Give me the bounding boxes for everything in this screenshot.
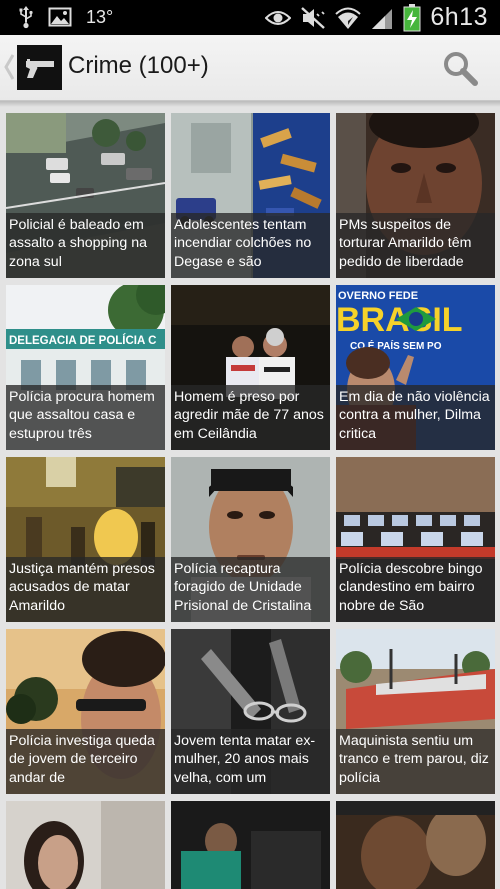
status-bar: 13° 6h13 (0, 0, 500, 35)
article-thumbnail (6, 801, 165, 889)
article-title: Polícia investiga queda de jovem de terc… (6, 729, 165, 794)
delegacia-sign-text: DELEGACIA DE POLÍCIA C (9, 334, 156, 347)
article-card[interactable]: Jovem tenta matar ex-mulher, 20 anos mai… (171, 629, 330, 794)
usb-icon (19, 6, 33, 29)
article-thumbnail (171, 801, 330, 889)
gun-icon (26, 59, 54, 78)
battery-charging-icon (403, 3, 421, 31)
article-title: Policial é baleado em assalto a shopping… (6, 213, 165, 278)
article-title: Polícia procura homem que assaltou casa … (6, 385, 165, 450)
signal-icon (372, 8, 393, 29)
article-card[interactable]: Polícia recaptura foragido de Unidade Pr… (171, 457, 330, 622)
article-card[interactable]: Justiça mantém presos acusados de matar … (6, 457, 165, 622)
article-title: Justiça mantém presos acusados de matar … (6, 557, 165, 622)
article-title: Adolescentes tentam incendiar colchões n… (171, 213, 330, 278)
back-chevron-icon[interactable] (3, 53, 15, 81)
mute-icon (301, 6, 326, 29)
article-card[interactable]: Polícia descobre bingo clandestino em ba… (336, 457, 495, 622)
article-card[interactable]: Policial é baleado em assalto a shopping… (6, 113, 165, 278)
article-card[interactable]: Polícia investiga queda de jovem de terc… (6, 629, 165, 794)
article-card[interactable]: OVERNO FEDE BRASIL CO É PAÍS SEM PO Em d… (336, 285, 495, 450)
article-card[interactable] (171, 801, 330, 889)
image-notification-icon (48, 7, 72, 27)
article-card[interactable]: DELEGACIA DE POLÍCIA C Polícia procura h… (6, 285, 165, 450)
article-title: Polícia descobre bingo clandestino em ba… (336, 557, 495, 622)
action-bar-shadow (0, 101, 500, 107)
clock-text: 6h13 (430, 3, 488, 31)
article-card[interactable] (336, 801, 495, 889)
article-title: Polícia recaptura foragido de Unidade Pr… (171, 557, 330, 622)
article-card[interactable]: Adolescentes tentam incendiar colchões n… (171, 113, 330, 278)
article-card[interactable]: PMs suspeitos de torturar Amarildo têm p… (336, 113, 495, 278)
article-card[interactable]: Homem é preso por agredir mãe de 77 anos… (171, 285, 330, 450)
category-icon[interactable] (17, 45, 62, 90)
action-bar: Crime (100+) (0, 35, 500, 101)
article-title: Homem é preso por agredir mãe de 77 anos… (171, 385, 330, 450)
eye-icon (265, 10, 292, 25)
status-bar-left: 13° (18, 5, 113, 29)
article-title: PMs suspeitos de torturar Amarildo têm p… (336, 213, 495, 278)
wifi-icon (335, 7, 362, 29)
article-title: Em dia de não violência contra a mulher,… (336, 385, 495, 450)
article-title: Jovem tenta matar ex-mulher, 20 anos mai… (171, 729, 330, 794)
status-bar-right: 6h13 (265, 3, 488, 32)
article-title: Maquinista sentiu um tranco e trem parou… (336, 729, 495, 794)
page-title: Crime (100+) (68, 52, 209, 79)
article-thumbnail (336, 801, 495, 889)
article-card[interactable]: Maquinista sentiu um tranco e trem parou… (336, 629, 495, 794)
temperature-text: 13° (86, 6, 114, 27)
search-icon[interactable] (440, 49, 480, 89)
article-card[interactable] (6, 801, 165, 889)
